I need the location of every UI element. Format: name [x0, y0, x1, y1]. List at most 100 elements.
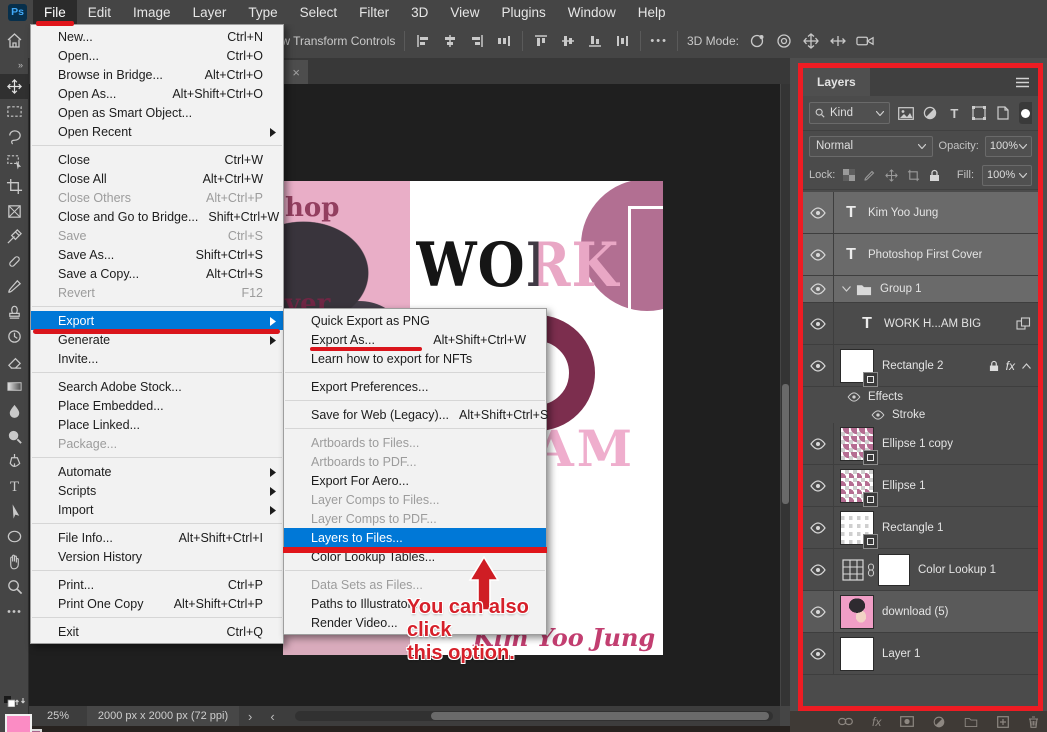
lock-pixels-icon[interactable]: [864, 169, 876, 181]
menu-item[interactable]: Save a Copy... Alt+Ctrl+S: [31, 264, 283, 283]
eyedropper-tool[interactable]: [0, 224, 28, 249]
path-selection-tool[interactable]: [0, 499, 28, 524]
status-chevron-right-icon[interactable]: ›: [239, 709, 261, 724]
menu-item[interactable]: Close Others Alt+Ctrl+P: [31, 188, 283, 207]
layer-row[interactable]: Rectangle 1 fx: [803, 507, 1038, 549]
visibility-eye-icon[interactable]: [803, 192, 834, 233]
layer-row[interactable]: Color Lookup 1: [803, 549, 1038, 591]
opacity-input[interactable]: 100%: [985, 136, 1032, 157]
foreground-color-swatch[interactable]: [5, 714, 32, 732]
new-layer-icon[interactable]: [997, 716, 1009, 728]
tab-close-icon[interactable]: ×: [292, 65, 300, 80]
visibility-eye-icon[interactable]: [803, 633, 834, 674]
blur-tool[interactable]: [0, 399, 28, 424]
toolbox-collapse-icon[interactable]: »: [0, 58, 28, 74]
menu-item[interactable]: Open as Smart Object...: [31, 103, 283, 122]
layer-thumbnail[interactable]: [840, 469, 874, 503]
layers-panel-tab[interactable]: Layers: [803, 68, 870, 96]
3d-roll-icon[interactable]: [775, 32, 793, 50]
align-center-h-icon[interactable]: [441, 32, 459, 50]
pen-tool[interactable]: [0, 449, 28, 474]
frame-tool[interactable]: [0, 199, 28, 224]
filter-adjustment-layers-icon[interactable]: [921, 104, 938, 122]
menu-item[interactable]: Save for Web (Legacy)... Alt+Shift+Ctrl+…: [284, 405, 546, 424]
align-right-icon[interactable]: [468, 32, 486, 50]
menu-item[interactable]: Artboards to PDF...: [284, 452, 546, 471]
fill-input[interactable]: 100%: [982, 165, 1032, 186]
layer-style-icon[interactable]: fx: [872, 715, 881, 729]
zoom-level[interactable]: 25%: [29, 710, 87, 722]
3d-slide-icon[interactable]: [829, 32, 847, 50]
distribute-h-icon[interactable]: [495, 32, 513, 50]
brush-tool[interactable]: [0, 274, 28, 299]
new-group-icon[interactable]: [964, 717, 978, 727]
panel-menu-icon[interactable]: [1015, 77, 1038, 88]
menu-item[interactable]: Close Ctrl+W: [31, 150, 283, 169]
clone-stamp-tool[interactable]: [0, 299, 28, 324]
mask-thumbnail[interactable]: [878, 554, 910, 586]
group-row[interactable]: Group 1: [803, 276, 1038, 303]
layer-thumbnail[interactable]: [840, 349, 874, 383]
menu-item[interactable]: Export Preferences...: [284, 377, 546, 396]
visibility-eye-icon[interactable]: [803, 507, 834, 548]
3d-pan-icon[interactable]: [802, 32, 820, 50]
adjustment-layer-icon[interactable]: [933, 716, 945, 728]
visibility-eye-icon[interactable]: [803, 406, 885, 423]
vertical-scrollbar-thumb[interactable]: [782, 384, 789, 504]
default-colors-icon[interactable]: [4, 696, 15, 707]
gradient-tool[interactable]: [0, 374, 28, 399]
layer-row[interactable]: T WORK H...AM BIG: [803, 303, 1038, 345]
visibility-eye-icon[interactable]: [803, 387, 861, 406]
lock-transparency-icon[interactable]: [843, 169, 855, 181]
group-expand-icon[interactable]: [842, 286, 851, 292]
menu-item[interactable]: Quick Export as PNG: [284, 311, 546, 330]
filter-smart-objects-icon[interactable]: [994, 104, 1011, 122]
menu-item[interactable]: Print One Copy Alt+Shift+Ctrl+P: [31, 594, 283, 613]
layer-row[interactable]: T Kim Yoo Jung: [803, 192, 1038, 234]
delete-layer-icon[interactable]: [1028, 716, 1039, 728]
3d-orbit-icon[interactable]: [748, 32, 766, 50]
menu-item[interactable]: Layer Comps to Files...: [284, 490, 546, 509]
filter-pin-toggle[interactable]: [1019, 102, 1032, 124]
status-chevron-left-icon[interactable]: ‹: [261, 709, 283, 724]
menubar-item[interactable]: Image: [122, 0, 182, 24]
type-tool[interactable]: T: [0, 474, 28, 499]
menu-item[interactable]: New... Ctrl+N: [31, 27, 283, 46]
menubar-item[interactable]: Select: [289, 0, 349, 24]
menu-item[interactable]: Import: [31, 500, 283, 519]
menu-item[interactable]: Scripts: [31, 481, 283, 500]
menu-item[interactable]: Open... Ctrl+O: [31, 46, 283, 65]
menubar-item[interactable]: Layer: [182, 0, 238, 24]
menu-item[interactable]: Version History: [31, 547, 283, 566]
more-options-icon[interactable]: •••: [650, 35, 668, 47]
visibility-eye-icon[interactable]: [803, 276, 834, 302]
swap-colors-icon[interactable]: [15, 696, 26, 707]
menu-item[interactable]: Automate: [31, 462, 283, 481]
filter-kind-select[interactable]: Kind: [809, 102, 890, 124]
horizontal-scrollbar[interactable]: [295, 711, 773, 721]
menu-item[interactable]: Close and Go to Bridge... Shift+Ctrl+W: [31, 207, 283, 226]
layer-thumbnail[interactable]: [840, 511, 874, 545]
menu-item[interactable]: Invite...: [31, 349, 283, 368]
menubar-item[interactable]: Window: [557, 0, 627, 24]
vertical-scrollbar[interactable]: [781, 84, 790, 706]
marquee-tool[interactable]: [0, 99, 28, 124]
eraser-tool[interactable]: [0, 349, 28, 374]
menu-item[interactable]: Print... Ctrl+P: [31, 575, 283, 594]
layer-thumbnail[interactable]: [840, 427, 874, 461]
menu-item[interactable]: Data Sets as Files...: [284, 575, 546, 594]
layer-row[interactable]: T Photoshop First Cover: [803, 234, 1038, 276]
align-top-icon[interactable]: [532, 32, 550, 50]
filter-pixel-layers-icon[interactable]: [897, 104, 914, 122]
3d-camera-icon[interactable]: [856, 32, 874, 50]
menu-item[interactable]: Export For Aero...: [284, 471, 546, 490]
menu-item[interactable]: Open Recent: [31, 122, 283, 141]
object-selection-tool[interactable]: [0, 149, 28, 174]
edit-toolbar-icon[interactable]: [0, 599, 28, 624]
menu-item[interactable]: Save Ctrl+S: [31, 226, 283, 245]
menubar-item[interactable]: Filter: [348, 0, 400, 24]
hand-tool[interactable]: [0, 549, 28, 574]
visibility-eye-icon[interactable]: [803, 465, 834, 506]
crop-tool[interactable]: [0, 174, 28, 199]
lasso-tool[interactable]: [0, 124, 28, 149]
